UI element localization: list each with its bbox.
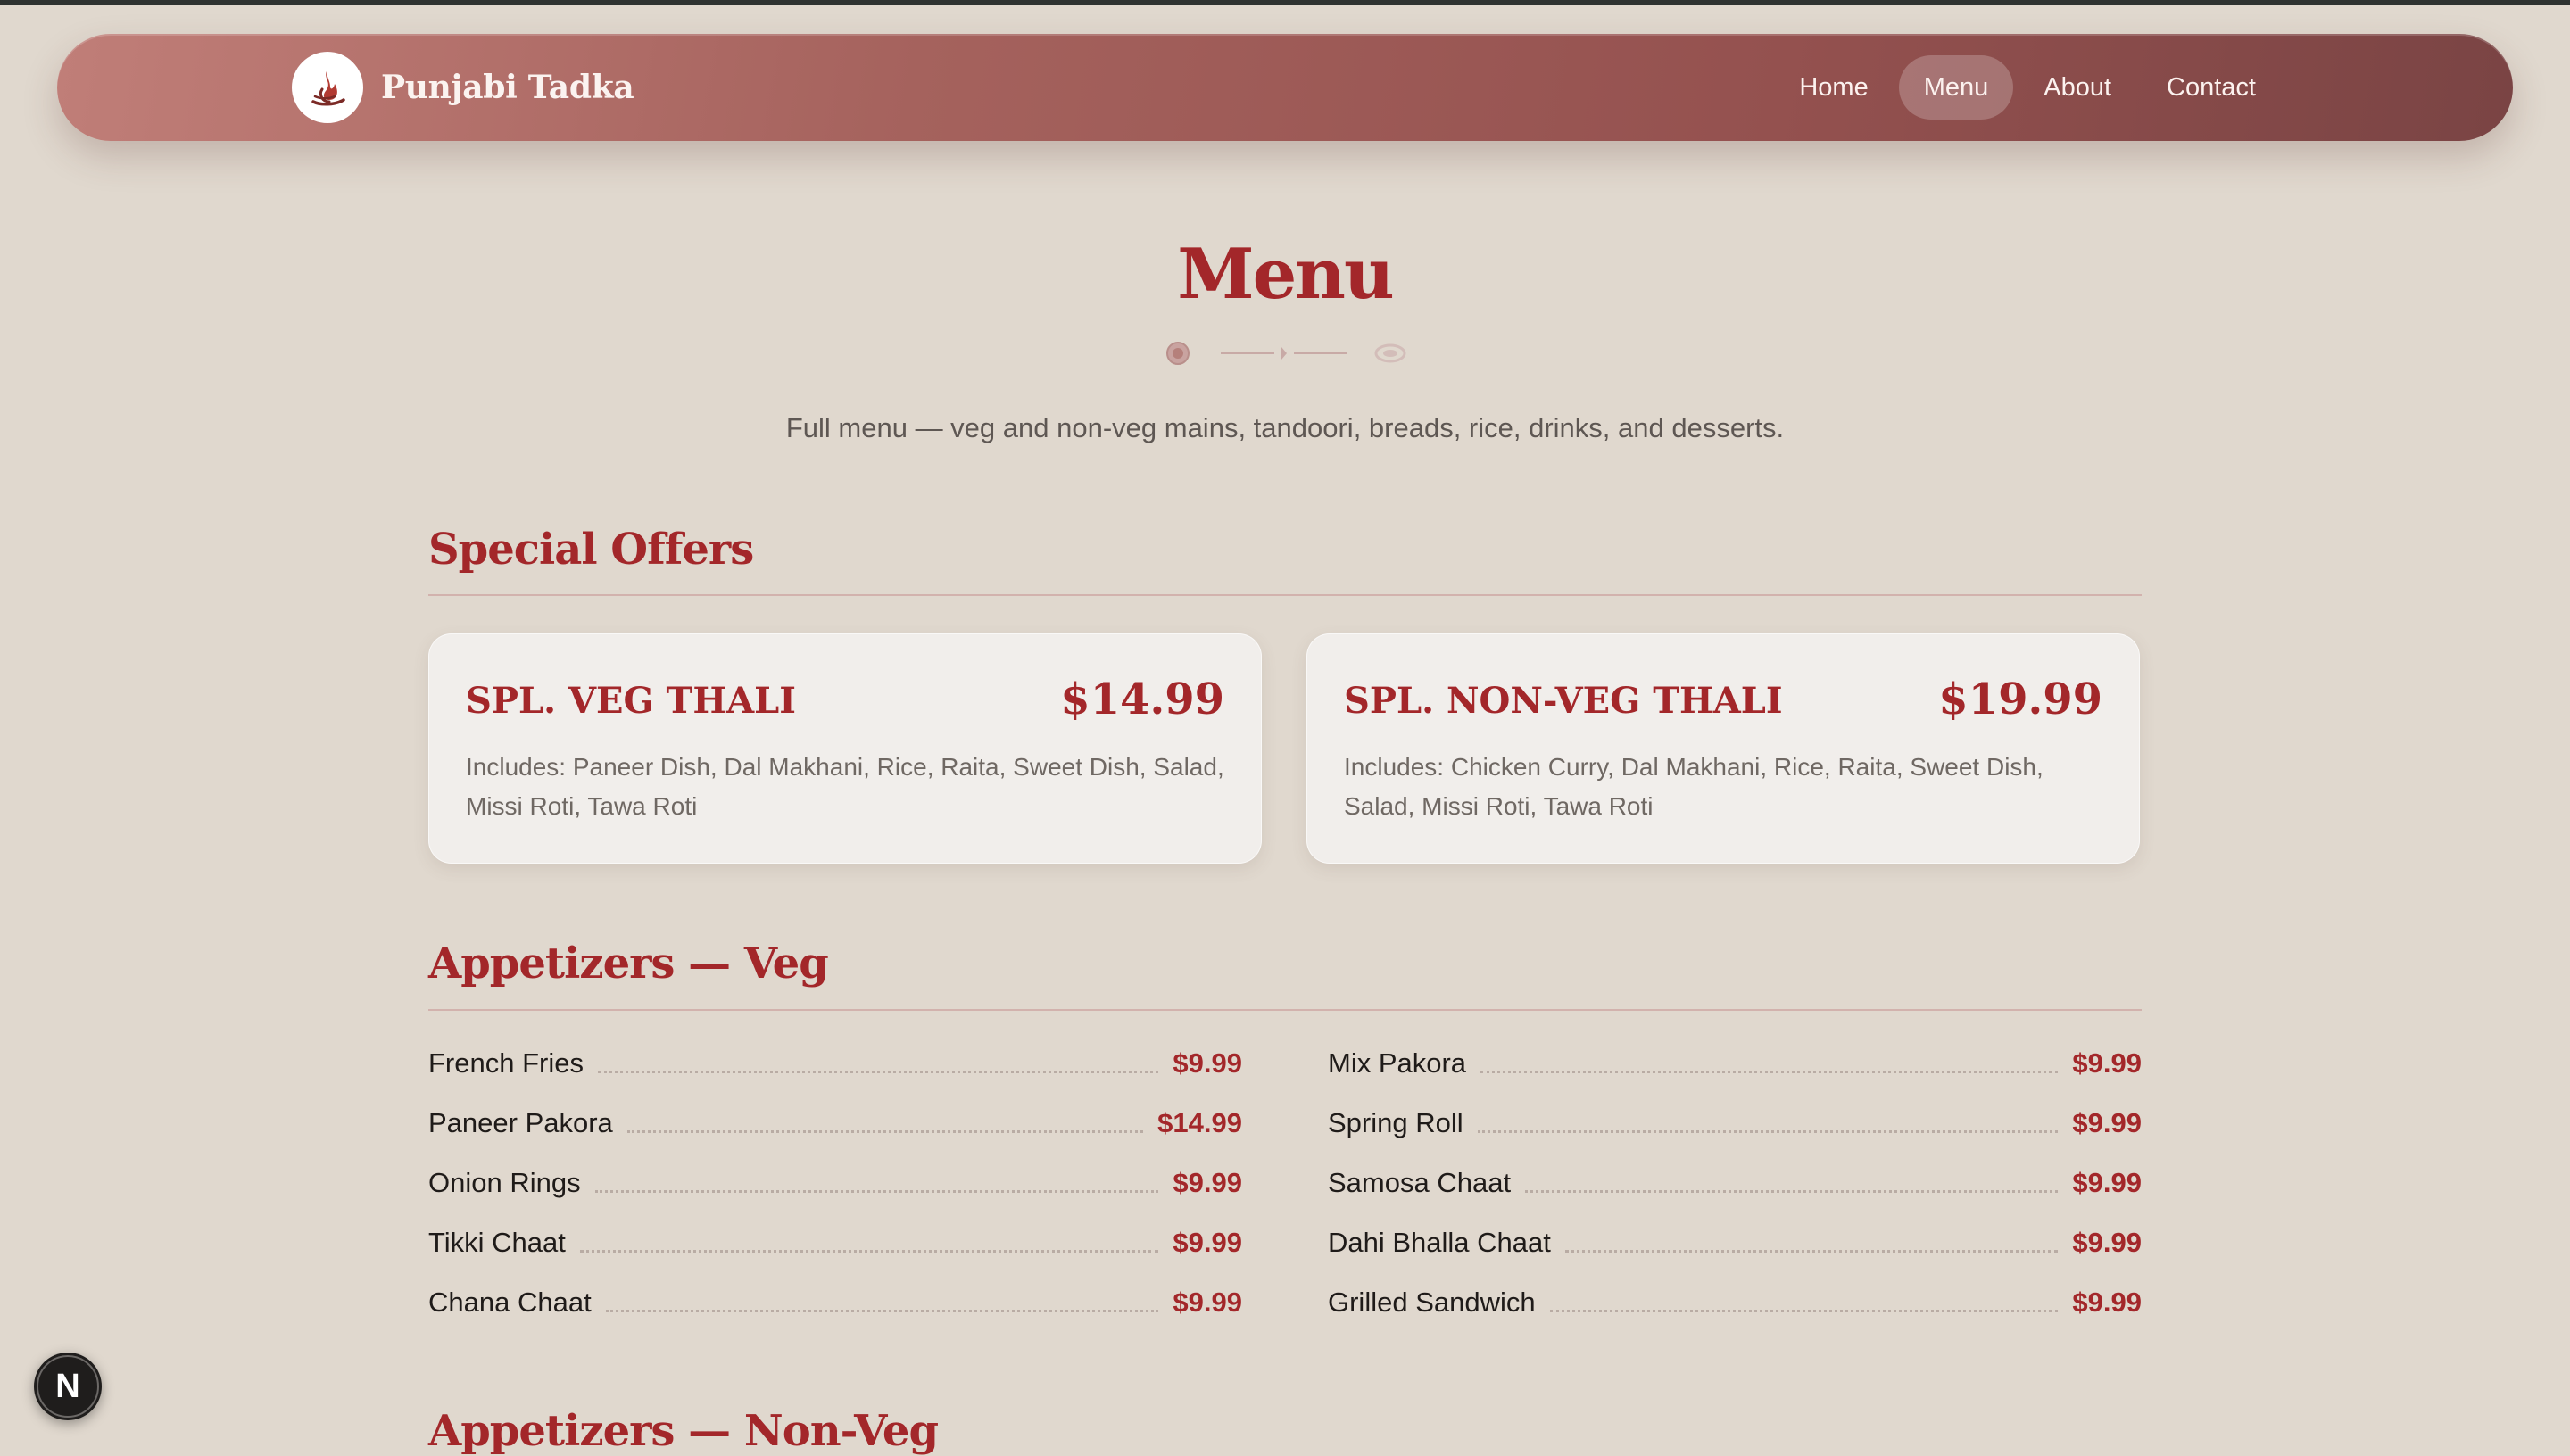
section-divider [428, 1009, 2142, 1011]
menu-item: Tikki Chaat $9.99 [428, 1212, 1242, 1272]
nav-home[interactable]: Home [1774, 55, 1893, 120]
item-price: $9.99 [2072, 1166, 2142, 1198]
dotted-leader [626, 1130, 1144, 1133]
nav-links: Home Menu About Contact [1774, 55, 2281, 120]
item-name: Spring Roll [1328, 1106, 1463, 1138]
menu-item: Dahi Bhalla Chaat $9.99 [1328, 1212, 2142, 1272]
dotted-leader [1564, 1250, 2059, 1253]
section-title-appetizers-veg: Appetizers — Veg [428, 939, 829, 989]
brand[interactable]: Punjabi Tadka [292, 52, 634, 123]
flame-logo-icon [292, 52, 363, 123]
item-name: Onion Rings [428, 1166, 581, 1198]
section-title-appetizers-nonveg: Appetizers — Non-Veg [428, 1406, 939, 1456]
ornament-divider-icon [1166, 342, 1406, 365]
menu-column-left: French Fries $9.99 Paneer Pakora $14.99 … [428, 1033, 1242, 1332]
offer-description: Includes: Paneer Dish, Dal Makhani, Rice… [466, 753, 1224, 820]
nav-contact[interactable]: Contact [2142, 55, 2281, 120]
item-name: French Fries [428, 1046, 584, 1079]
item-price: $9.99 [2072, 1226, 2142, 1258]
menu-item: Onion Rings $9.99 [428, 1153, 1242, 1212]
item-price: $14.99 [1157, 1106, 1242, 1138]
item-name: Tikki Chaat [428, 1226, 566, 1258]
brand-name: Punjabi Tadka [381, 69, 634, 106]
item-price: $9.99 [1173, 1286, 1242, 1318]
browser-top-edge [0, 0, 2570, 5]
page-subtitle: Full menu — veg and non-veg mains, tando… [785, 412, 1785, 443]
dotted-leader [597, 1071, 1159, 1073]
menu-item: Paneer Pakora $14.99 [428, 1093, 1242, 1153]
dotted-leader [605, 1310, 1159, 1312]
menu-item: Chana Chaat $9.99 [428, 1272, 1242, 1332]
item-name: Paneer Pakora [428, 1106, 613, 1138]
menu-item: Samosa Chaat $9.99 [1328, 1153, 2142, 1212]
dev-tools-badge[interactable]: N [34, 1353, 102, 1420]
item-name: Samosa Chaat [1328, 1166, 1512, 1198]
item-price: $9.99 [1173, 1046, 1242, 1079]
menu-item: Grilled Sandwich $9.99 [1328, 1272, 2142, 1332]
item-price: $9.99 [2072, 1046, 2142, 1079]
dotted-leader [1549, 1310, 2059, 1312]
offer-card-veg-thali[interactable]: SPL. VEG THALI $14.99 Includes: Paneer D… [428, 633, 1262, 864]
dotted-leader [1477, 1130, 2059, 1133]
offer-name: SPL. NON-VEG THALI [1344, 680, 1783, 722]
badge-label: N [55, 1367, 80, 1405]
dotted-leader [594, 1190, 1159, 1193]
menu-column-right: Mix Pakora $9.99 Spring Roll $9.99 Samos… [1328, 1033, 2142, 1332]
nav-about[interactable]: About [2019, 55, 2136, 120]
offer-price: $19.99 [1938, 674, 2102, 724]
section-divider [428, 594, 2142, 596]
page-title: Menu [1177, 234, 1394, 315]
offer-card-nonveg-thali[interactable]: SPL. NON-VEG THALI $19.99 Includes: Chic… [1306, 633, 2140, 864]
item-price: $9.99 [2072, 1286, 2142, 1318]
offer-description: Includes: Chicken Curry, Dal Makhani, Ri… [1344, 753, 2044, 820]
item-name: Mix Pakora [1328, 1046, 1467, 1079]
menu-item: Spring Roll $9.99 [1328, 1093, 2142, 1153]
menu-item: Mix Pakora $9.99 [1328, 1033, 2142, 1093]
item-price: $9.99 [1173, 1166, 1242, 1198]
nav-menu[interactable]: Menu [1898, 55, 2014, 120]
item-name: Dahi Bhalla Chaat [1328, 1226, 1551, 1258]
item-name: Grilled Sandwich [1328, 1286, 1536, 1318]
item-price: $9.99 [2072, 1106, 2142, 1138]
dotted-leader [1525, 1190, 2059, 1193]
offer-price: $14.99 [1060, 674, 1224, 724]
navbar: Punjabi Tadka Home Menu About Contact [57, 34, 2513, 141]
offer-name: SPL. VEG THALI [466, 680, 796, 722]
section-title-special-offers: Special Offers [428, 525, 754, 575]
item-name: Chana Chaat [428, 1286, 592, 1318]
menu-item: French Fries $9.99 [428, 1033, 1242, 1093]
dotted-leader [579, 1250, 1159, 1253]
dotted-leader [1480, 1071, 2059, 1073]
item-price: $9.99 [1173, 1226, 1242, 1258]
